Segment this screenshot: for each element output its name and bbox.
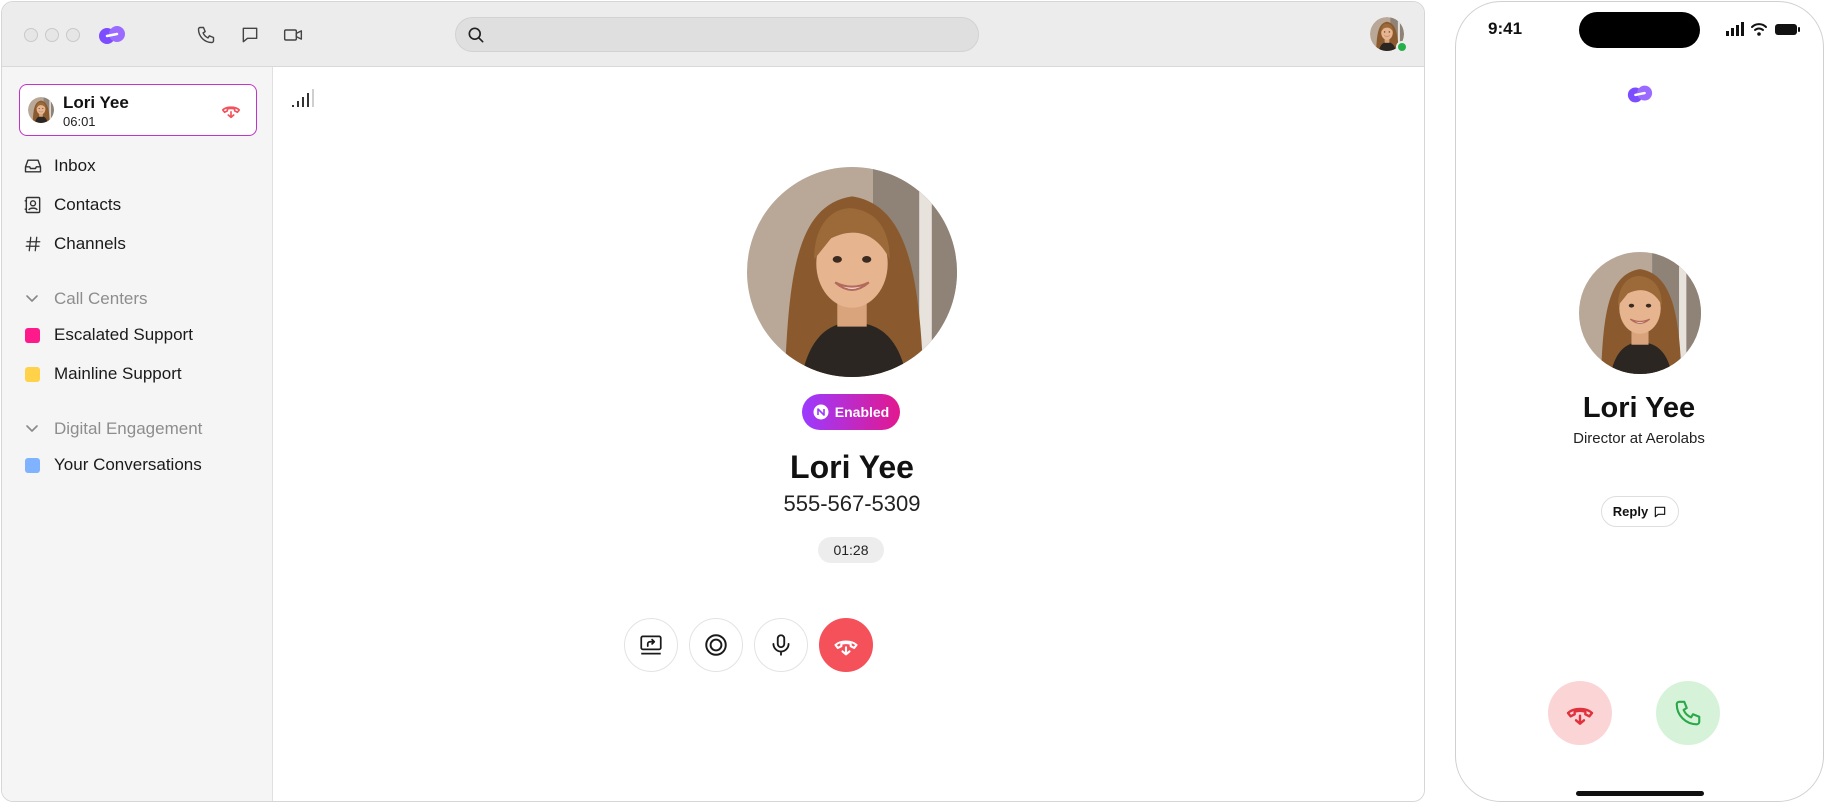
- color-swatch: [25, 457, 40, 473]
- microphone-icon: [772, 634, 790, 656]
- status-bar-time: 9:41: [1488, 19, 1523, 38]
- mute-button[interactable]: [754, 618, 808, 672]
- caller-photo: [747, 167, 957, 377]
- color-swatch: [25, 327, 40, 343]
- close-window-button[interactable]: [24, 28, 38, 42]
- app-logo-icon: [1626, 83, 1654, 105]
- hang-up-icon: [832, 631, 860, 659]
- chat-icon: [1654, 506, 1666, 517]
- caller-avatar: [28, 97, 54, 123]
- call-timer: 01:28: [818, 537, 884, 563]
- record-icon: [705, 634, 727, 656]
- sidebar-item-inbox[interactable]: Inbox: [2, 149, 272, 183]
- search-input[interactable]: [494, 18, 964, 51]
- share-screen-icon: [640, 635, 662, 655]
- active-call-card[interactable]: Lori Yee 06:01: [19, 84, 257, 136]
- caller-photo: [1579, 252, 1701, 374]
- sidebar-item-label: Escalated Support: [54, 325, 193, 344]
- sidebar-item-your-conversations[interactable]: Your Conversations: [2, 448, 272, 482]
- accept-call-button[interactable]: [1656, 681, 1720, 745]
- ai-enabled-badge: Enabled: [802, 394, 900, 430]
- minimize-window-button[interactable]: [45, 28, 59, 42]
- section-label: Digital Engagement: [54, 419, 203, 438]
- online-status-dot: [1396, 41, 1408, 53]
- zoom-window-button[interactable]: [66, 28, 80, 42]
- signal-strength-icon: [292, 89, 314, 107]
- active-call-name: Lori Yee: [63, 93, 129, 112]
- badge-label: Enabled: [834, 404, 890, 420]
- call-panel: Enabled Lori Yee 555-567-5309 01:28: [273, 67, 1424, 801]
- hang-up-icon[interactable]: [220, 99, 242, 121]
- caller-name: Lori Yee: [790, 449, 914, 485]
- reply-button[interactable]: Reply: [1601, 496, 1679, 527]
- search-icon: [468, 27, 484, 43]
- ai-icon: [813, 404, 829, 420]
- caller-name: Lori Yee: [1582, 392, 1696, 424]
- chat-icon[interactable]: [238, 23, 262, 47]
- dynamic-island: [1579, 12, 1700, 48]
- home-indicator: [1576, 791, 1704, 796]
- section-digital-engagement[interactable]: Digital Engagement: [2, 413, 272, 443]
- sidebar-item-label: Inbox: [54, 156, 96, 175]
- color-swatch: [25, 366, 40, 382]
- end-call-button[interactable]: [819, 618, 873, 672]
- sidebar-item-label: Your Conversations: [54, 455, 202, 474]
- app-logo-icon: [97, 22, 127, 48]
- sidebar-item-contacts[interactable]: Contacts: [2, 188, 272, 222]
- status-bar-icons: [1726, 22, 1800, 36]
- section-label: Call Centers: [54, 289, 148, 308]
- sidebar-item-label: Contacts: [54, 195, 122, 214]
- mobile-phone-screen: 9:41 Lori Yee Director at Aerolabs Reply: [1455, 1, 1824, 802]
- search-bar[interactable]: [455, 17, 979, 52]
- hash-icon: [23, 234, 43, 254]
- chevron-down-icon: [26, 425, 38, 432]
- sidebar-item-channels[interactable]: Channels: [2, 227, 272, 261]
- reply-label: Reply: [1612, 504, 1649, 519]
- sidebar-item-label: Mainline Support: [54, 364, 182, 383]
- share-screen-button[interactable]: [624, 618, 678, 672]
- video-icon[interactable]: [281, 23, 305, 47]
- phone-icon: [1675, 700, 1701, 726]
- inbox-icon: [23, 156, 43, 176]
- hang-up-icon: [1564, 697, 1596, 729]
- caller-job-title: Director at Aerolabs: [1573, 430, 1705, 447]
- title-bar: [2, 2, 1424, 67]
- desktop-app-window: Lori Yee 06:01 Inbox Contacts Channels C…: [1, 1, 1425, 802]
- sidebar-item-label: Channels: [54, 234, 126, 253]
- sidebar-item-escalated-support[interactable]: Escalated Support: [2, 318, 272, 352]
- chevron-down-icon: [26, 295, 38, 302]
- sidebar: Lori Yee 06:01 Inbox Contacts Channels C…: [2, 67, 273, 801]
- active-call-duration: 06:01: [63, 114, 96, 129]
- contacts-icon: [23, 195, 43, 215]
- sidebar-item-mainline-support[interactable]: Mainline Support: [2, 357, 272, 391]
- decline-call-button[interactable]: [1548, 681, 1612, 745]
- section-call-centers[interactable]: Call Centers: [2, 283, 272, 313]
- caller-phone-number: 555-567-5309: [783, 491, 921, 516]
- phone-icon[interactable]: [194, 23, 218, 47]
- record-button[interactable]: [689, 618, 743, 672]
